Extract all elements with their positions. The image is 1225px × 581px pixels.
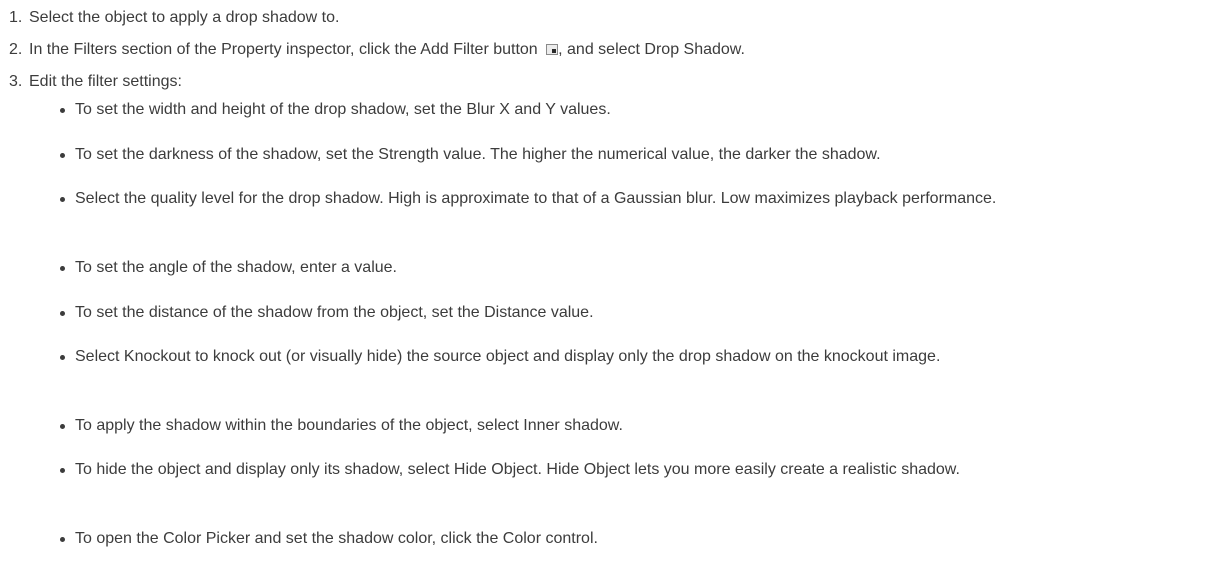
- step-number: 1.: [9, 9, 23, 26]
- step-number: 3.: [9, 73, 23, 90]
- list-item: To hide the object and display only its …: [55, 458, 1215, 482]
- list-item-text: Select Knockout to knock out (or visuall…: [75, 348, 941, 365]
- step-text: Edit the filter settings:: [29, 73, 182, 90]
- list-item-text: To set the distance of the shadow from t…: [75, 304, 594, 321]
- instructions-document: 1. Select the object to apply a drop shad…: [0, 0, 1225, 581]
- list-item-text: To set the darkness of the shadow, set t…: [75, 146, 881, 163]
- bullet-dot: [60, 266, 65, 271]
- bullet-dot: [60, 197, 65, 202]
- bullet-dot: [60, 468, 65, 473]
- step-2: 2. In the Filters section of the Property…: [9, 40, 745, 60]
- list-item: To set the darkness of the shadow, set t…: [55, 143, 1215, 167]
- bullet-dot: [60, 153, 65, 158]
- step-1: 1. Select the object to apply a drop shad…: [9, 8, 339, 28]
- step-text: In the Filters section of the Property i…: [29, 41, 543, 58]
- list-item-text: To apply the shadow within the boundarie…: [75, 417, 623, 434]
- list-item: Select the quality level for the drop sh…: [55, 187, 1215, 211]
- list-item: To open the Color Picker and set the sha…: [55, 527, 1215, 551]
- list-item: To apply the shadow within the boundarie…: [55, 414, 1215, 438]
- bullet-dot: [60, 424, 65, 429]
- list-item: To set the width and height of the drop …: [55, 98, 1215, 122]
- list-item: To set the distance of the shadow from t…: [55, 301, 1215, 325]
- bullet-dot: [60, 537, 65, 542]
- list-item-text: To set the angle of the shadow, enter a …: [75, 259, 397, 276]
- step-number: 2.: [9, 41, 23, 58]
- step-text-continued: , and select Drop Shadow.: [558, 41, 745, 58]
- list-item-text: To open the Color Picker and set the sha…: [75, 530, 598, 547]
- list-item-text: To hide the object and display only its …: [75, 461, 960, 478]
- add-filter-icon: [546, 44, 559, 55]
- bullet-dot: [60, 108, 65, 113]
- list-item: Select Knockout to knock out (or visuall…: [55, 345, 1215, 369]
- list-item-text: To set the width and height of the drop …: [75, 101, 611, 118]
- list-item-text: Select the quality level for the drop sh…: [75, 190, 997, 207]
- bullet-dot: [60, 355, 65, 360]
- list-item: To set the angle of the shadow, enter a …: [55, 256, 1215, 280]
- step-3: 3. Edit the filter settings:: [9, 72, 182, 92]
- bullet-dot: [60, 311, 65, 316]
- step-text: Select the object to apply a drop shadow…: [29, 9, 340, 26]
